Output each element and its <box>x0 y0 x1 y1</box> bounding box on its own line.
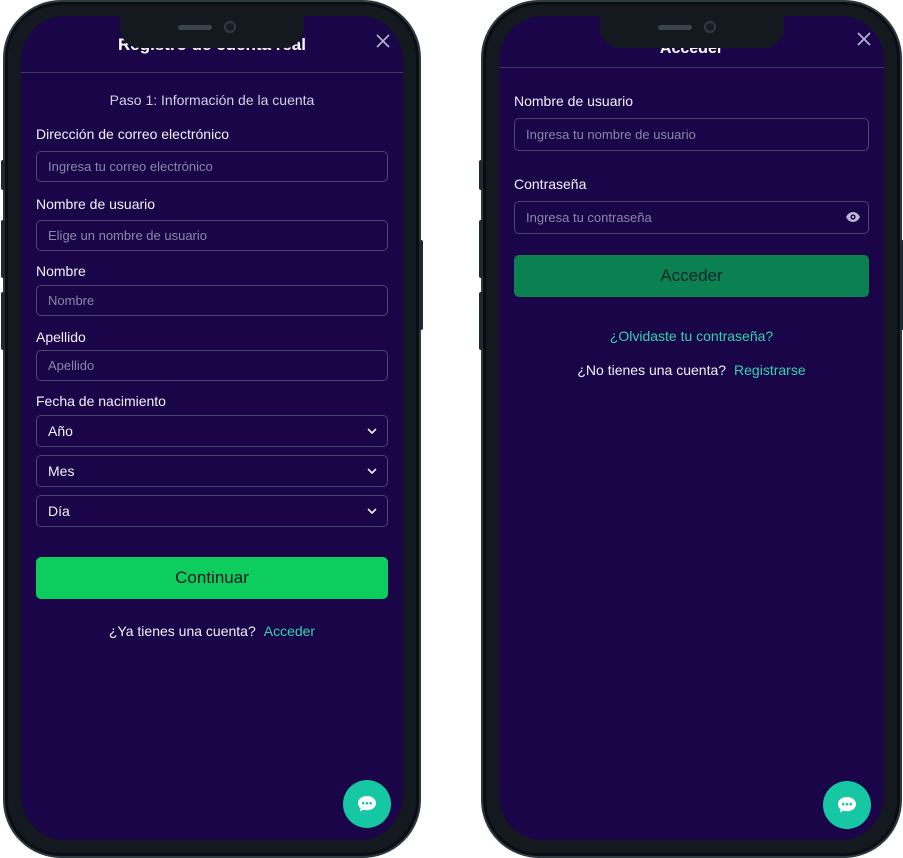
side-button <box>1 220 5 278</box>
login-form: Nombre de usuario Contraseña Acceder ¿Ol… <box>514 16 869 840</box>
year-select[interactable]: Año <box>36 415 388 447</box>
side-button <box>1 160 5 190</box>
username-field[interactable] <box>36 220 388 251</box>
side-button <box>479 220 483 278</box>
username-label: Nombre de usuario <box>36 196 156 212</box>
firstname-label: Nombre <box>36 263 86 279</box>
username-field[interactable] <box>514 118 869 151</box>
login-prompt-text: ¿Ya tienes una cuenta? <box>108 623 256 639</box>
step-indicator: Paso 1: Información de la cuenta <box>109 92 315 108</box>
chevron-down-icon <box>367 496 377 526</box>
eye-icon[interactable] <box>845 209 861 225</box>
password-label: Contraseña <box>514 176 587 192</box>
chevron-down-icon <box>367 416 377 446</box>
chat-button[interactable] <box>343 780 391 828</box>
login-button[interactable]: Acceder <box>514 255 869 297</box>
day-select-value: Día <box>48 503 70 519</box>
speaker <box>178 25 212 30</box>
day-select[interactable]: Día <box>36 495 388 527</box>
speaker <box>657 25 692 30</box>
register-screen: Registro de cuenta real Paso 1: Informac… <box>21 16 403 840</box>
forgot-password-link[interactable]: ¿Olvidaste tu contraseña? <box>514 328 869 344</box>
birthdate-label: Fecha de nacimiento <box>36 393 166 409</box>
year-select-value: Año <box>48 423 73 439</box>
side-button <box>479 160 483 190</box>
chat-icon <box>838 797 856 813</box>
chat-icon <box>358 796 376 812</box>
notch <box>599 16 784 48</box>
phone-frame-login: Acceder Nombre de usuario Contraseña Acc… <box>479 0 903 858</box>
chevron-down-icon <box>367 456 377 486</box>
login-prompt: ¿Ya tienes una cuenta? Acceder <box>36 623 388 639</box>
email-label: Dirección de correo electrónico <box>36 126 229 142</box>
camera <box>703 21 716 33</box>
continue-button[interactable]: Continuar <box>36 557 388 599</box>
camera <box>224 21 236 33</box>
password-wrapper <box>514 201 869 234</box>
chat-button[interactable] <box>823 781 871 829</box>
month-select[interactable]: Mes <box>36 455 388 487</box>
password-field[interactable] <box>514 201 869 234</box>
side-button <box>479 292 483 350</box>
login-screen: Acceder Nombre de usuario Contraseña Acc… <box>499 16 884 840</box>
lastname-label: Apellido <box>36 329 86 345</box>
email-field[interactable] <box>36 151 388 182</box>
firstname-field[interactable] <box>36 285 388 316</box>
register-prompt-text: ¿No tienes una cuenta? <box>577 362 727 378</box>
month-select-value: Mes <box>48 463 75 479</box>
register-link[interactable]: Registrarse <box>734 362 806 378</box>
lastname-field[interactable] <box>36 350 388 381</box>
register-form: Paso 1: Información de la cuenta Direcci… <box>36 16 388 840</box>
side-button <box>1 292 5 350</box>
phone-frame-register: Registro de cuenta real Paso 1: Informac… <box>1 0 423 858</box>
notch <box>120 16 304 48</box>
login-link[interactable]: Acceder <box>264 623 315 639</box>
register-prompt: ¿No tienes una cuenta? Registrarse <box>514 362 869 378</box>
side-button <box>419 240 423 330</box>
username-label: Nombre de usuario <box>514 93 634 109</box>
